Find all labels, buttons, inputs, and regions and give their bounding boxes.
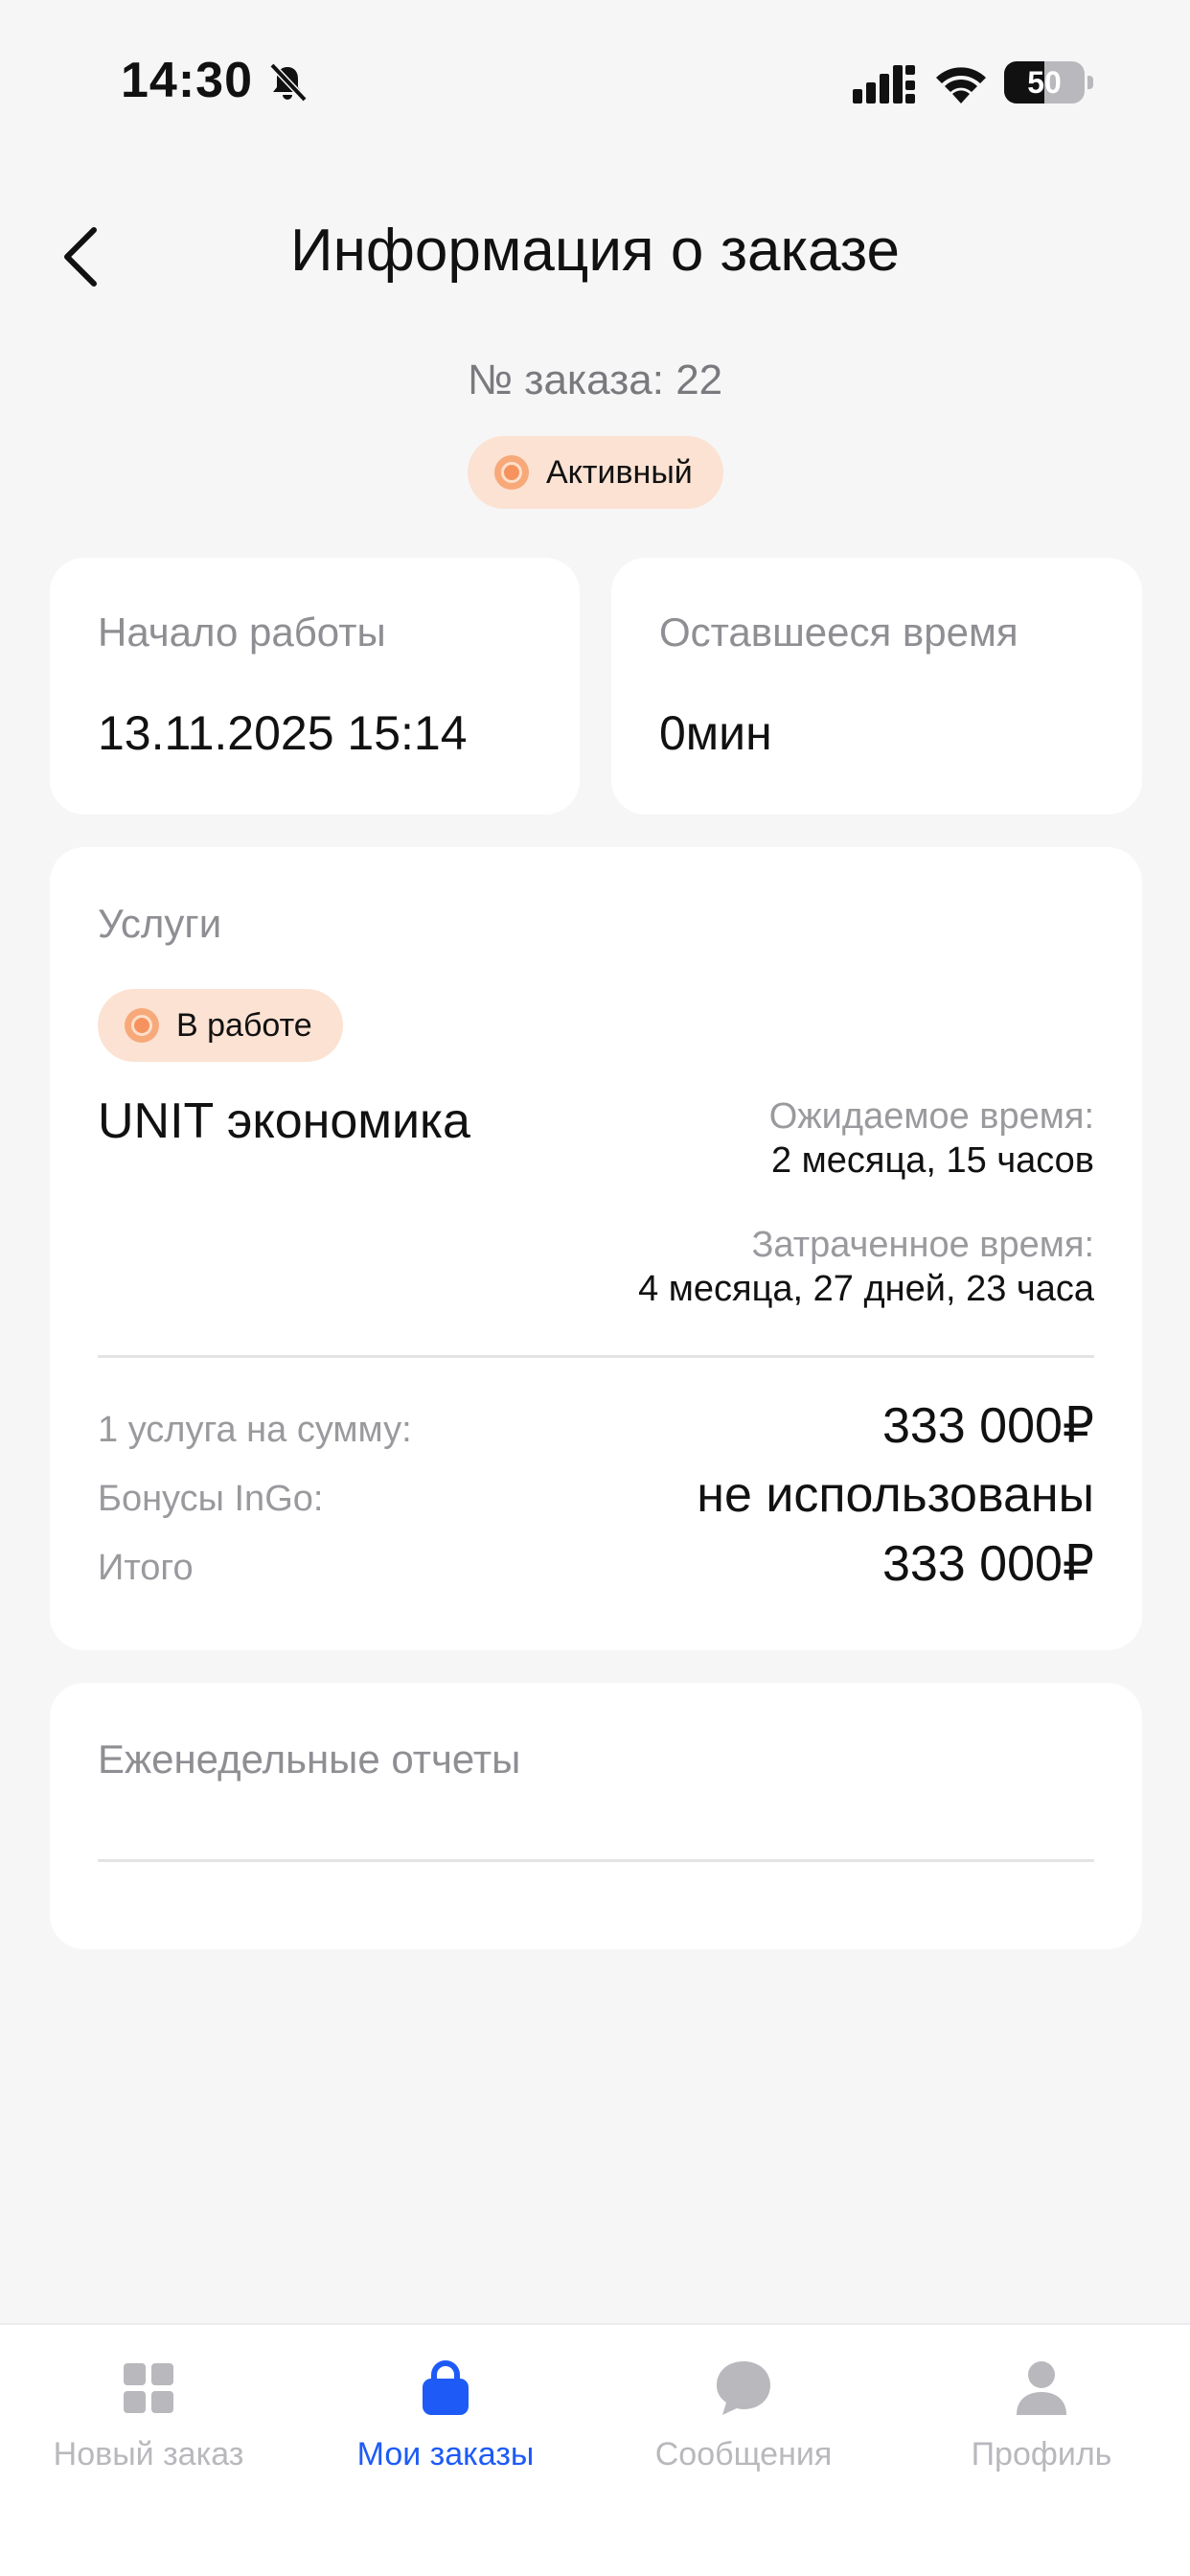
spent-time-label: Затраченное время: <box>751 1225 1094 1265</box>
nav-profile-label: Профиль <box>971 2436 1112 2472</box>
status-dot-icon <box>125 1008 159 1043</box>
nav-my-orders[interactable]: Мои заказы <box>297 2325 594 2517</box>
bonus-value: не использованы <box>697 1467 1094 1523</box>
nav-new-order-label: Новый заказ <box>53 2436 244 2472</box>
expected-time-value: 2 месяца, 15 часов <box>770 1140 1094 1181</box>
bonus-row: Бонусы InGo: не использованы <box>98 1460 1094 1528</box>
start-time-label: Начало работы <box>98 610 386 655</box>
weekly-reports-title: Еженедельные отчеты <box>98 1736 521 1782</box>
remaining-time-value: 0мин <box>659 706 772 760</box>
services-card: Услуги В работе UNIT экономика Ожидаемое… <box>50 847 1142 1650</box>
start-time-value: 13.11.2025 15:14 <box>98 706 468 760</box>
service-name: UNIT экономика <box>98 1093 470 1149</box>
expected-time-block: Ожидаемое время: 2 месяца, 15 часов <box>769 1094 1094 1183</box>
spent-time-value: 4 месяца, 27 дней, 23 часа <box>638 1269 1094 1309</box>
sum-label: 1 услуга на сумму: <box>98 1410 412 1450</box>
start-time-card: Начало работы 13.11.2025 15:14 <box>50 558 580 815</box>
chat-bubble-icon <box>717 2361 770 2415</box>
wifi-icon <box>936 67 986 104</box>
status-bar: 14:30 50 <box>0 0 1190 144</box>
page-title: Информация о заказе <box>290 218 900 284</box>
sum-row: 1 услуга на сумму: 333 000₽ <box>98 1392 1094 1459</box>
spent-time-block: Затраченное время: 4 месяца, 27 дней, 23… <box>638 1223 1094 1311</box>
nav-my-orders-label: Мои заказы <box>356 2436 535 2472</box>
bell-off-icon <box>269 62 308 103</box>
weekly-reports-card[interactable]: Еженедельные отчеты <box>50 1683 1142 1949</box>
bag-icon <box>423 2360 469 2415</box>
remaining-time-label: Оставшееся время <box>659 610 1018 655</box>
order-status-badge: Активный <box>468 436 723 509</box>
grid-icon <box>124 2363 173 2413</box>
bonus-label: Бонусы InGo: <box>98 1479 324 1519</box>
nav-profile[interactable]: Профиль <box>893 2325 1190 2517</box>
status-time: 14:30 <box>121 53 253 108</box>
cellular-signal-icon <box>853 65 915 104</box>
expected-time-label: Ожидаемое время: <box>768 1096 1094 1137</box>
remaining-time-card: Оставшееся время 0мин <box>611 558 1142 815</box>
divider <box>98 1355 1094 1358</box>
order-info-screen: 14:30 50 Информация о заказе № заказа: 2… <box>0 0 1190 2576</box>
nav-messages[interactable]: Сообщения <box>595 2325 892 2517</box>
order-number: № заказа: 22 <box>467 356 723 403</box>
bottom-navigation: Новый заказ Мои заказы Сообщения Профиль <box>0 2323 1190 2576</box>
service-status-badge: В работе <box>98 989 343 1062</box>
total-label: Итого <box>98 1548 194 1588</box>
order-status-label: Активный <box>546 453 693 491</box>
services-title: Услуги <box>98 901 222 946</box>
nav-new-order[interactable]: Новый заказ <box>0 2325 297 2517</box>
person-icon <box>1017 2361 1066 2415</box>
battery-percentage: 50 <box>1027 65 1062 100</box>
total-value: 333 000₽ <box>881 1536 1094 1592</box>
service-status-label: В работе <box>176 1006 312 1044</box>
battery-indicator: 50 <box>1004 61 1094 104</box>
sum-value: 333 000₽ <box>881 1398 1094 1454</box>
nav-messages-label: Сообщения <box>654 2436 833 2472</box>
divider <box>98 1859 1094 1862</box>
total-row: Итого 333 000₽ <box>98 1530 1094 1597</box>
status-dot-icon <box>494 455 529 490</box>
